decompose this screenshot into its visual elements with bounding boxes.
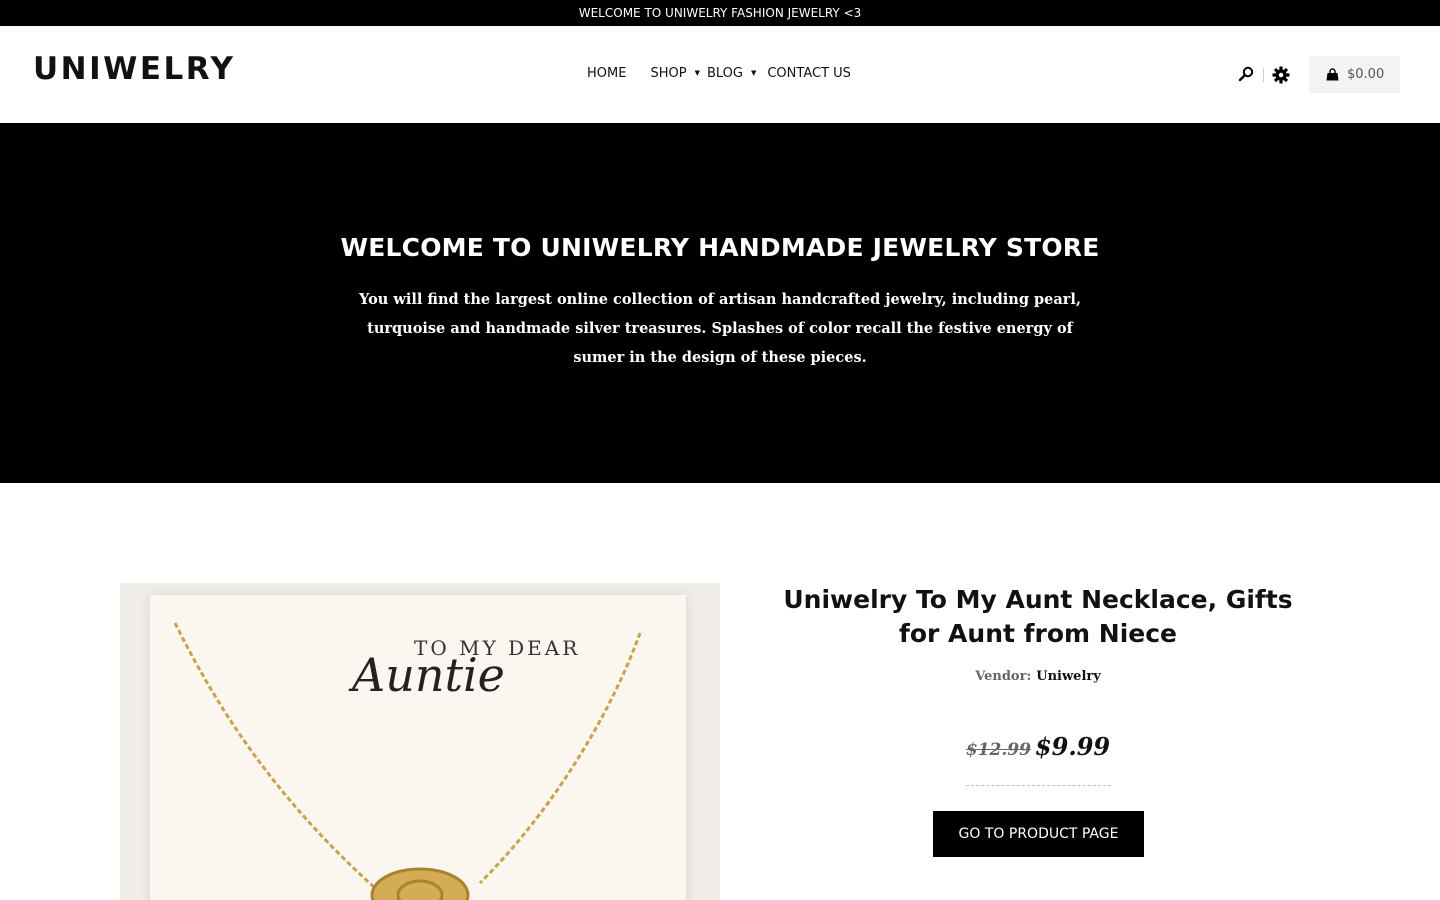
nav-item-home[interactable]: HOME <box>587 66 626 81</box>
site-logo[interactable]: UNIWELRY <box>33 54 235 85</box>
sale-price: $9.99 <box>1034 732 1111 761</box>
main-nav: HOME SHOP ▼ BLOG ▼ CONTACT US <box>587 66 851 81</box>
hero-title: WELCOME TO UNIWELRY HANDMADE JEWELRY STO… <box>340 233 1100 262</box>
caret-down-icon: ▼ <box>750 68 757 77</box>
go-to-product-button[interactable]: GO TO PRODUCT PAGE <box>933 811 1144 857</box>
cart-button[interactable]: $0.00 <box>1309 56 1400 93</box>
announcement-text: WELCOME TO UNIWELRY FASHION JEWELRY <3 <box>578 6 862 20</box>
price-block: $12.99 $9.99 <box>770 732 1306 761</box>
site-header: UNIWELRY HOME SHOP ▼ BLOG ▼ CONTACT US $… <box>0 26 1440 123</box>
hero-banner: WELCOME TO UNIWELRY HANDMADE JEWELRY STO… <box>0 123 1440 483</box>
original-price: $12.99 <box>965 740 1031 760</box>
nav-item-label: SHOP <box>650 66 687 81</box>
nav-item-label: HOME <box>587 66 627 81</box>
announcement-bar: WELCOME TO UNIWELRY FASHION JEWELRY <3 <box>0 0 1440 26</box>
nav-item-label: BLOG <box>706 66 743 81</box>
vendor-name[interactable]: Uniwelry <box>1036 669 1101 684</box>
search-icon[interactable] <box>1238 66 1254 82</box>
nav-item-contact[interactable]: CONTACT US <box>767 66 851 81</box>
hero-description: You will find the largest online collect… <box>359 291 1081 366</box>
price-divider <box>966 785 1111 786</box>
vendor-info: Vendor: Uniwelry <box>770 669 1306 684</box>
nav-item-blog[interactable]: BLOG ▼ <box>707 66 756 81</box>
necklace-illustration <box>173 622 642 900</box>
caret-down-icon: ▼ <box>694 68 700 77</box>
cart-total: $0.00 <box>1347 67 1385 82</box>
icon-divider <box>1263 68 1264 82</box>
nav-item-shop[interactable]: SHOP ▼ <box>650 66 700 81</box>
gear-icon[interactable] <box>1272 66 1290 84</box>
product-title[interactable]: Uniwelry To My Aunt Necklace, Gifts for … <box>770 583 1306 651</box>
shopping-bag-icon <box>1326 68 1339 81</box>
nav-item-label: CONTACT US <box>767 66 851 81</box>
vendor-label: Vendor: <box>975 669 1032 684</box>
